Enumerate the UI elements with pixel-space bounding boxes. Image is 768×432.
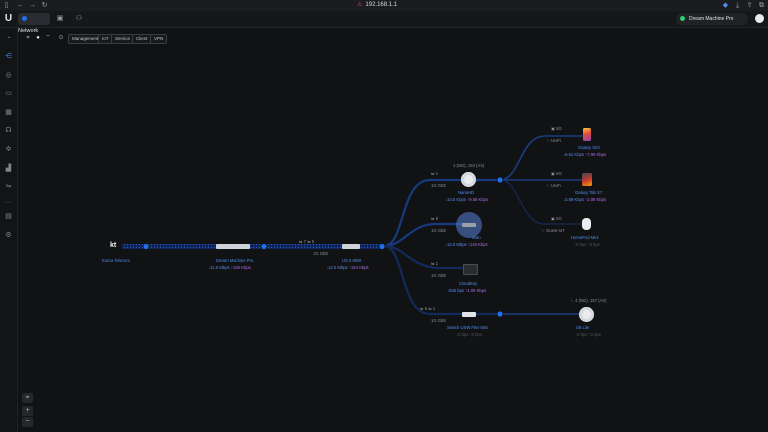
flexmini-ports: ⇆ 6 ⇆ 1	[420, 306, 436, 311]
link-nanohd-homepod	[499, 179, 586, 225]
switch-port-counts: ⇆ 7 ⇆ 5	[299, 239, 315, 244]
gateway-rates: ↓12.0 Mbps ↑156 Kbps	[208, 265, 251, 270]
phone-node[interactable]	[583, 128, 591, 141]
switch-name[interactable]: US 8 60W	[342, 258, 361, 263]
wlan-node[interactable]	[462, 223, 476, 227]
nanohd-port-count: 1	[435, 171, 439, 176]
cloudkey-link: 1G GbE	[431, 273, 447, 278]
nanohd-link: 1G GbE	[431, 183, 447, 188]
homepod-ssid-label: Guest-IoT	[546, 228, 565, 233]
wireless-links	[499, 135, 586, 315]
isp-name[interactable]: Korea Telecom	[102, 258, 130, 263]
homepod-band: ▣ 5G	[551, 216, 562, 221]
nanohd-up: 9.56 Kbps	[469, 197, 489, 202]
u6lite-channels: ⌔ 4 (NG), 157 (AX)	[570, 298, 607, 303]
fit-view-button[interactable]: ⌖	[22, 393, 33, 403]
wlan-up: 145 Kbps	[469, 242, 488, 247]
homepod-name[interactable]: HomePod Mini	[571, 235, 598, 240]
topology-canvas	[122, 135, 586, 318]
zoom-in-button[interactable]: +	[22, 406, 33, 416]
homepod-ssid: ⌔ Guest-IoT	[541, 228, 565, 233]
tablet-band: ▣ 5G	[551, 171, 562, 176]
homepod-node[interactable]	[582, 218, 591, 230]
link-switch-flexmini	[383, 244, 500, 316]
nanohd-down: 10.5 Kbps	[447, 197, 466, 202]
tablet-node[interactable]	[582, 173, 592, 186]
crosshair-icon: ⌖	[25, 394, 30, 401]
cloudkey-node[interactable]	[463, 264, 478, 275]
switch-uplink: 1G GbE	[313, 251, 329, 256]
tablet-band-label: 5G	[556, 171, 562, 176]
u6lite-node[interactable]	[579, 307, 594, 322]
wlan-down: 12.0 Mbps	[447, 242, 467, 247]
flexmini-node[interactable]	[462, 312, 476, 317]
isp-logo: kt	[110, 242, 117, 249]
switch-ports2: 5	[311, 239, 315, 244]
phone-rates: ↓6.61 Kbps ↑7.90 Kbps	[563, 152, 607, 157]
tablet-down: 3.89 Kbps	[565, 197, 584, 202]
cloudkey-up: 1.09 Kbps	[467, 288, 487, 293]
tablet-name[interactable]: Galaxy Tab S7	[575, 190, 602, 195]
nanohd-name[interactable]: NanoHD	[458, 190, 474, 195]
u6lite-channels-label: 4 (NG), 157 (AX)	[575, 298, 607, 303]
switch-node[interactable]	[342, 244, 360, 249]
flexmini-rates: ↓0 bps ↑0 bps	[456, 332, 482, 337]
cloudkey-down: 536 bps	[449, 288, 464, 293]
plus-icon: +	[25, 407, 30, 414]
flexmini-port-count: 6	[424, 306, 428, 311]
isp-node[interactable]: kt	[110, 242, 116, 250]
wlan-rates: ↓12.0 Mbps ↑145 Kbps	[445, 242, 488, 247]
gateway-node[interactable]	[216, 244, 250, 249]
switch-up: 154 Kbps	[350, 265, 369, 270]
phone-band-label: 5G	[556, 126, 562, 131]
phone-name[interactable]: Galaxy S23	[578, 145, 600, 150]
u6lite-rates: ↓0 bps ↑0 bps	[575, 332, 601, 337]
nanohd-node[interactable]	[461, 172, 476, 187]
wlan-name[interactable]: wlan	[472, 235, 481, 240]
flexmini-up: 0 bps	[471, 332, 482, 337]
switch-rates: ↓12.0 Mbps ↑154 Kbps	[326, 265, 369, 270]
flexmini-port-count2: 1	[432, 306, 436, 311]
cloudkey-ports: ⇆ 1	[431, 261, 439, 266]
tablet-ssid: ⌔ UniFi	[546, 183, 561, 188]
cloudkey-rates: ↓536 bps ↑1.09 Kbps	[447, 288, 487, 293]
tablet-rates: ↓3.89 Kbps ↑2.08 Kbps	[563, 197, 607, 202]
phone-band: ▣ 5G	[551, 126, 562, 131]
switch-down: 12.0 Mbps	[328, 265, 348, 270]
phone-ssid: ⌔ UniFi	[546, 138, 561, 143]
minus-icon: −	[25, 418, 30, 425]
tablet-up: 2.08 Kbps	[587, 197, 607, 202]
homepod-up: 0 bps	[589, 242, 600, 247]
switch-ports: 7	[303, 239, 307, 244]
phone-up: 7.90 Kbps	[587, 152, 607, 157]
nanohd-channels: 1 (NG), 153 (AX)	[453, 163, 485, 168]
u6lite-name[interactable]: U6 Lite	[576, 325, 589, 330]
phone-down: 6.61 Kbps	[565, 152, 584, 157]
flexmini-down: 0 bps	[458, 332, 469, 337]
flexmini-link: 1G GbE	[431, 318, 447, 323]
tablet-ssid-label: UniFi	[551, 183, 561, 188]
homepod-band-label: 5G	[556, 216, 562, 221]
flexmini-name[interactable]: Switch USW Flex Mini	[447, 325, 488, 330]
cloudkey-port-count: 1	[435, 261, 439, 266]
zoom-out-button[interactable]: −	[22, 417, 33, 427]
gateway-up: 156 Kbps	[232, 265, 251, 270]
wlan-link: 1G GbE	[431, 228, 447, 233]
u6lite-down: 0 bps	[577, 332, 588, 337]
wlan-ports: ⇆ 6	[431, 216, 439, 221]
nanohd-rates: ↓10.5 Kbps ↑9.56 Kbps	[445, 197, 489, 202]
link-nanohd-phone	[499, 135, 586, 181]
phone-ssid-label: UniFi	[551, 138, 561, 143]
u6lite-up: 0 bps	[590, 332, 601, 337]
nanohd-ports: ⇆ 1	[431, 171, 439, 176]
homepod-rates: ↓0 bps ↑0 bps	[574, 242, 600, 247]
link-switch-nanohd	[383, 178, 500, 248]
gateway-name[interactable]: Dream Machine Pro	[216, 258, 253, 263]
cloudkey-name[interactable]: CloudKey	[459, 281, 477, 286]
gateway-down: 12.0 Mbps	[210, 265, 230, 270]
wlan-port-count: 6	[435, 216, 439, 221]
homepod-down: 0 bps	[576, 242, 587, 247]
